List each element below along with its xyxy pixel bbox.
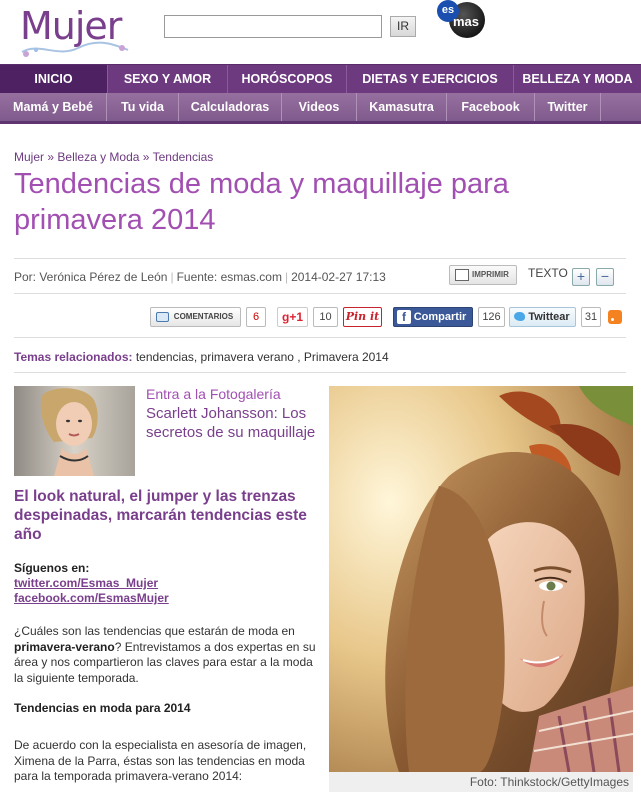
breadcrumb-separator: » xyxy=(142,150,150,164)
article-title: Tendencias de moda y maquillaje para pri… xyxy=(14,168,509,236)
nav-item-horoscopos[interactable]: HORÓSCOPOS xyxy=(228,65,347,94)
publish-date: 2014-02-27 17:13 xyxy=(291,270,386,284)
breadcrumb: Mujer » Belleza y Moda » Tendencias xyxy=(14,150,213,164)
article-byline: Por: Verónica Pérez de León | Fuente: esma… xyxy=(14,270,386,284)
gallery-thumbnail-image xyxy=(14,386,135,476)
article-paragraph-1: ¿Cuáles son las tendencias que estarán d… xyxy=(14,624,316,685)
breadcrumb-item-belleza[interactable]: Belleza y Moda xyxy=(57,150,139,164)
rss-icon[interactable] xyxy=(608,310,622,324)
gplus-button[interactable]: g+1 xyxy=(277,307,308,327)
print-button[interactable]: IMPRIMIR xyxy=(449,265,517,285)
breadcrumb-item-mujer[interactable]: Mujer xyxy=(14,150,44,164)
facebook-share-button[interactable]: f Compartir xyxy=(393,307,473,327)
breadcrumb-item-tendencias[interactable]: Tendencias xyxy=(153,150,214,164)
gallery-intro-link[interactable]: Entra a la Fotogalería xyxy=(146,386,281,402)
text-size-label: TEXTO xyxy=(528,266,568,280)
subnav-item-calculadoras[interactable]: Calculadoras xyxy=(179,93,282,121)
search-button[interactable]: IR xyxy=(390,16,416,37)
article-paragraph-2: De acuerdo con la especialista en asesor… xyxy=(14,738,307,783)
photo-caption: Foto: Thinkstock/GettyImages xyxy=(329,772,633,792)
esmas-logo[interactable]: es mas xyxy=(437,0,487,40)
text-increase-button[interactable]: + xyxy=(572,268,590,286)
subnav-item-videos[interactable]: Videos xyxy=(282,93,357,121)
gallery-thumbnail[interactable] xyxy=(14,386,135,476)
comments-button[interactable]: COMENTARIOS xyxy=(150,307,241,327)
twitter-profile-link[interactable]: twitter.com/Esmas_Mujer xyxy=(14,576,158,590)
text-decrease-button[interactable]: − xyxy=(596,268,614,286)
comments-label: COMENTARIOS xyxy=(173,312,234,321)
highlight-primavera-verano: primavera-verano xyxy=(14,639,115,654)
twitter-bird-icon xyxy=(514,312,525,321)
related-topics: Temas relacionados: tendencias, primaver… xyxy=(14,350,389,364)
section-heading: Tendencias en moda para 2014 xyxy=(14,701,191,715)
model-portrait-image xyxy=(329,386,633,772)
breadcrumb-separator: » xyxy=(47,150,55,164)
divider xyxy=(14,258,626,259)
subnav-item-facebook[interactable]: Facebook xyxy=(447,93,535,121)
search-input[interactable] xyxy=(164,15,382,38)
subnav-item-twitter[interactable]: Twitter xyxy=(535,93,601,121)
primary-nav: INICIO SEXO Y AMOR HORÓSCOPOS DIETAS Y E… xyxy=(0,64,641,94)
subnav-item-tu-vida[interactable]: Tu vida xyxy=(107,93,179,121)
divider xyxy=(14,337,626,338)
print-label: IMPRIMIR xyxy=(472,270,509,279)
gallery-title-link[interactable]: Scarlett Johansson: Los secretos de su m… xyxy=(146,404,316,442)
follow-us-label: Síguenos en: xyxy=(14,561,90,575)
article-main-photo xyxy=(329,386,633,772)
subnav-item-mama-y-bebe[interactable]: Mamá y Bebé xyxy=(0,93,107,121)
twitter-label: Twittear xyxy=(528,311,570,323)
printer-icon xyxy=(455,269,469,281)
facebook-count: 126 xyxy=(478,307,505,327)
facebook-profile-link[interactable]: facebook.com/EsmasMujer xyxy=(14,591,169,605)
nav-item-belleza[interactable]: BELLEZA Y MODA xyxy=(514,65,641,94)
gplus-count: 10 xyxy=(313,307,338,327)
article-subheading: El look natural, el jumper y las trenzas… xyxy=(14,488,307,543)
related-label: Temas relacionados: xyxy=(14,350,133,364)
facebook-icon: f xyxy=(397,310,411,324)
twitter-tweet-button[interactable]: Twittear xyxy=(509,307,576,327)
comments-count: 6 xyxy=(246,307,266,327)
nav-item-sexo-y-amor[interactable]: SEXO Y AMOR xyxy=(108,65,228,94)
source: Fuente: esmas.com xyxy=(176,270,282,284)
divider xyxy=(14,372,626,373)
esmas-mas-label: mas xyxy=(453,14,480,29)
author: Por: Verónica Pérez de León xyxy=(14,270,168,284)
twitter-count: 31 xyxy=(581,307,601,327)
pinit-button[interactable]: Pin it xyxy=(343,307,382,327)
nav-item-dietas[interactable]: DIETAS Y EJERCICIOS xyxy=(347,65,514,94)
related-tags[interactable]: tendencias, primavera verano , Primavera… xyxy=(136,350,389,364)
subnav-item-kamasutra[interactable]: Kamasutra xyxy=(357,93,447,121)
mujer-logo[interactable]: Mujer xyxy=(18,2,133,60)
site-header: Mujer IR es mas xyxy=(0,0,641,64)
secondary-nav: Mamá y Bebé Tu vida Calculadoras Videos … xyxy=(0,93,641,124)
divider xyxy=(14,293,626,294)
comment-bubble-icon xyxy=(156,312,169,322)
nav-item-inicio[interactable]: INICIO xyxy=(0,65,108,94)
facebook-share-label: Compartir xyxy=(413,311,467,323)
logo-text: Mujer xyxy=(20,4,122,48)
